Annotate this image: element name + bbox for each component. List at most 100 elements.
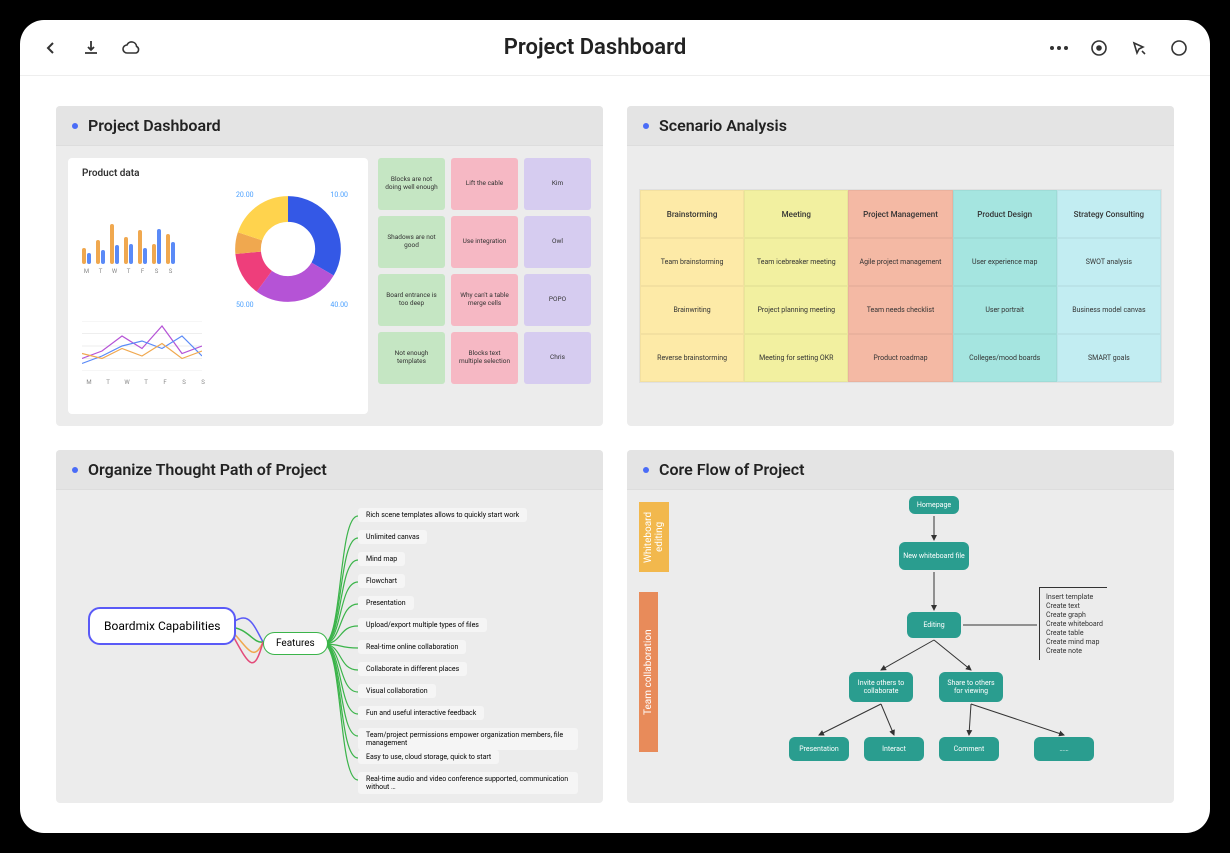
scenario-cell[interactable]: Colleges/mood boards [953, 334, 1057, 382]
flow-node[interactable]: New whiteboard file [899, 542, 969, 570]
flow-node[interactable]: Editing [907, 612, 961, 638]
scenario-cell[interactable]: Project planning meeting [744, 286, 848, 334]
scenario-cell[interactable]: Agile project management [848, 238, 952, 286]
lane-label-2: Team collaboration [639, 592, 658, 752]
sticky-note[interactable]: Use integration [451, 216, 518, 268]
flow-node[interactable]: Homepage [909, 496, 959, 514]
back-icon[interactable] [40, 37, 62, 59]
scenario-header[interactable]: Brainstorming [640, 190, 744, 238]
scenario-cell[interactable]: Reverse brainstorming [640, 334, 744, 382]
donut-br: 40.00 [330, 301, 348, 309]
cloud-icon[interactable] [120, 37, 142, 59]
mindmap-leaf[interactable]: Unlimited canvas [358, 530, 427, 544]
mindmap-leaf[interactable]: Flowchart [358, 574, 405, 588]
bar-chart: MTWTFSS [82, 224, 218, 275]
app-window: Project Dashboard Project Dashboard [20, 20, 1210, 833]
flow-node[interactable]: Comment [939, 737, 999, 761]
sticky-note[interactable]: Kim [524, 158, 591, 210]
page-title: Project Dashboard [504, 35, 686, 60]
sticky-note[interactable]: Blocks text multiple selection [451, 332, 518, 384]
mindmap-leaf[interactable]: Easy to use, cloud storage, quick to sta… [358, 750, 499, 764]
flowchart-canvas[interactable]: Whiteboard editing Team collaboration Ho… [639, 502, 1162, 791]
scenario-header[interactable]: Project Management [848, 190, 952, 238]
donut-tr: 10.00 [330, 191, 348, 199]
mindmap-leaf[interactable]: Team/project permissions empower organiz… [358, 728, 578, 750]
record-icon[interactable] [1088, 37, 1110, 59]
flow-list-item: Create mind map [1046, 638, 1103, 646]
mindmap-leaf[interactable]: Visual collaboration [358, 684, 436, 698]
scenario-cell[interactable]: Team needs checklist [848, 286, 952, 334]
scenario-cell[interactable]: Team icebreaker meeting [744, 238, 848, 286]
scenario-cell[interactable]: User portrait [953, 286, 1057, 334]
mindmap-root[interactable]: Boardmix Capabilities [88, 607, 236, 645]
scenario-cell[interactable]: Product roadmap [848, 334, 952, 382]
flow-node[interactable]: Invite others to collaborate [849, 672, 913, 702]
flow-side-list: Insert templateCreate textCreate graphCr… [1039, 587, 1107, 660]
flow-node[interactable]: …… [1034, 737, 1094, 761]
mindmap-hub[interactable]: Features [263, 632, 328, 655]
panel-flow[interactable]: Core Flow of Project Whiteboard editing … [627, 450, 1174, 803]
mindmap-leaf[interactable]: Presentation [358, 596, 414, 610]
product-data-card: Product data MTWTFSS 20.00 10 [68, 158, 368, 414]
sticky-note[interactable]: Chris [524, 332, 591, 384]
mindmap-leaf[interactable]: Rich scene templates allows to quickly s… [358, 508, 527, 522]
scenario-cell[interactable]: Meeting for setting OKR [744, 334, 848, 382]
donut-tl: 20.00 [236, 191, 254, 199]
panel-title: Organize Thought Path of Project [88, 460, 327, 479]
scenario-cell[interactable]: Brainwriting [640, 286, 744, 334]
panel-scenario[interactable]: Scenario Analysis BrainstormingMeetingPr… [627, 106, 1174, 426]
panel-title: Project Dashboard [88, 116, 221, 135]
panel-title: Core Flow of Project [659, 460, 805, 479]
sticky-note[interactable]: Why can't a table merge cells [451, 274, 518, 326]
scenario-cell[interactable]: SMART goals [1057, 334, 1161, 382]
scenario-cell[interactable]: Business model canvas [1057, 286, 1161, 334]
mindmap-canvas[interactable]: Boardmix Capabilities Features Rich scen… [68, 502, 591, 791]
scenario-header[interactable]: Meeting [744, 190, 848, 238]
sticky-note[interactable]: Shadows are not good [378, 216, 445, 268]
product-data-label: Product data [82, 168, 354, 179]
flow-node[interactable]: Presentation [789, 737, 849, 761]
cursor-click-icon[interactable] [1128, 37, 1150, 59]
line-chart: MTWTFSS [82, 321, 354, 386]
lane-label-1: Whiteboard editing [639, 502, 669, 572]
content-grid: Project Dashboard Product data MTWTFSS [20, 76, 1210, 833]
flow-node[interactable]: Interact [864, 737, 924, 761]
chat-icon[interactable] [1168, 37, 1190, 59]
mindmap-leaf[interactable]: Mind map [358, 552, 405, 566]
flow-list-item: Insert template [1046, 593, 1103, 601]
download-icon[interactable] [80, 37, 102, 59]
mindmap-leaf[interactable]: Real-time online collaboration [358, 640, 466, 654]
bullet-icon [72, 123, 78, 129]
scenario-header[interactable]: Product Design [953, 190, 1057, 238]
flow-list-item: Create whiteboard [1046, 620, 1103, 628]
sticky-grid: Blocks are not doing well enoughLift the… [378, 158, 591, 414]
panel-mindmap[interactable]: Organize Thought Path of Project Boardmi… [56, 450, 603, 803]
scenario-header[interactable]: Strategy Consulting [1057, 190, 1161, 238]
mindmap-leaf[interactable]: Real-time audio and video conference sup… [358, 772, 578, 794]
sticky-note[interactable]: POPO [524, 274, 591, 326]
sticky-note[interactable]: Board entrance is too deep [378, 274, 445, 326]
more-icon[interactable] [1048, 37, 1070, 59]
flow-list-item: Create graph [1046, 611, 1103, 619]
scenario-cell[interactable]: User experience map [953, 238, 1057, 286]
donut-bl: 50.00 [236, 301, 254, 309]
sticky-note[interactable]: Blocks are not doing well enough [378, 158, 445, 210]
panel-dashboard[interactable]: Project Dashboard Product data MTWTFSS [56, 106, 603, 426]
flow-list-item: Create table [1046, 629, 1103, 637]
sticky-note[interactable]: Owl [524, 216, 591, 268]
panel-title: Scenario Analysis [659, 116, 787, 135]
mindmap-leaf[interactable]: Upload/export multiple types of files [358, 618, 487, 632]
scenario-cell[interactable]: Team brainstorming [640, 238, 744, 286]
panel-header: Project Dashboard [56, 106, 603, 146]
mindmap-leaf[interactable]: Collaborate in different places [358, 662, 467, 676]
flow-list-item: Create text [1046, 602, 1103, 610]
scenario-table: BrainstormingMeetingProject ManagementPr… [639, 189, 1162, 383]
sticky-note[interactable]: Lift the cable [451, 158, 518, 210]
donut-chart: 20.00 10.00 50.00 40.00 [228, 189, 348, 309]
sticky-note[interactable]: Not enough templates [378, 332, 445, 384]
mindmap-leaf[interactable]: Fun and useful interactive feedback [358, 706, 484, 720]
flow-node[interactable]: Share to others for viewing [939, 672, 1003, 702]
flow-list-item: Create note [1046, 647, 1103, 655]
scenario-cell[interactable]: SWOT analysis [1057, 238, 1161, 286]
titlebar: Project Dashboard [20, 20, 1210, 76]
